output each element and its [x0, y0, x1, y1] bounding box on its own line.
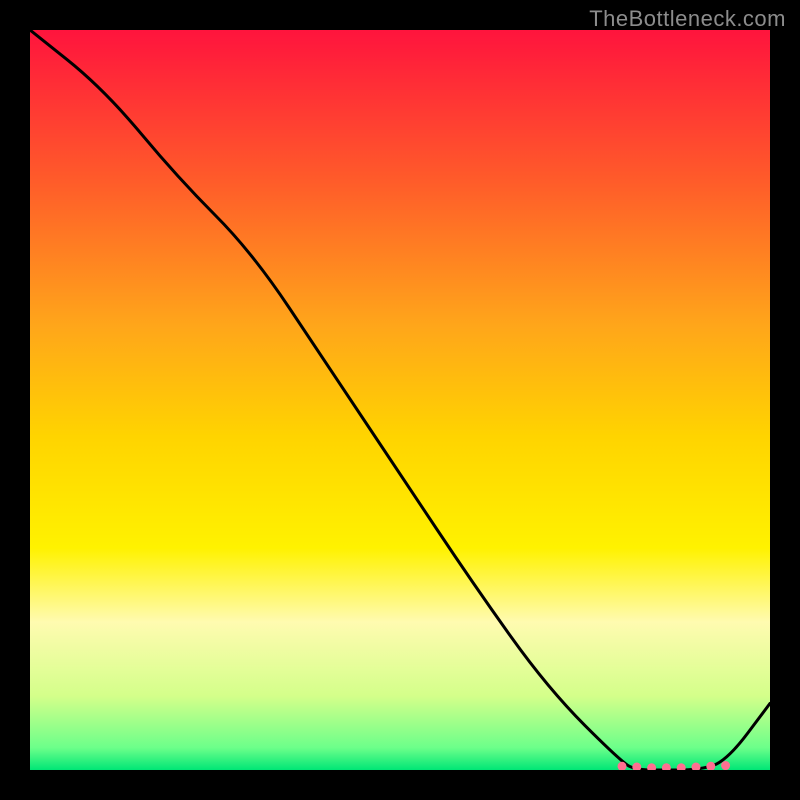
- chart-overlay: [30, 30, 770, 770]
- marker-dot: [692, 763, 701, 770]
- watermark-text: TheBottleneck.com: [589, 6, 786, 32]
- marker-dot: [632, 763, 641, 770]
- marker-dot: [647, 763, 656, 770]
- plot-area: [30, 30, 770, 770]
- curve-line: [30, 30, 770, 770]
- marker-dot: [677, 763, 686, 770]
- marker-dot: [721, 761, 730, 770]
- marker-dot: [706, 762, 715, 770]
- marker-dot: [662, 763, 671, 770]
- chart-frame: TheBottleneck.com: [0, 0, 800, 800]
